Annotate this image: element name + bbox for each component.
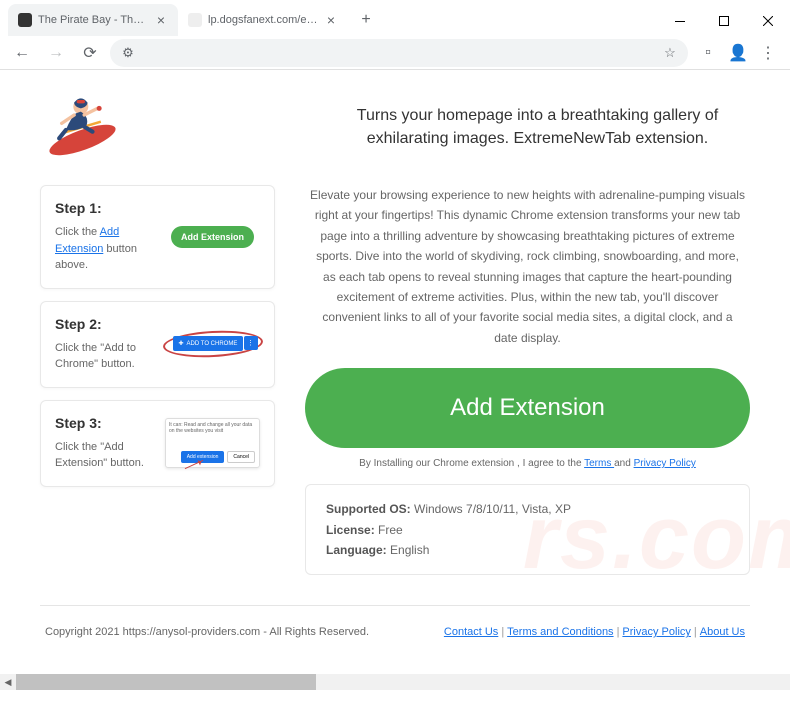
step-title: Step 2: [55, 316, 155, 332]
steps-column: Step 1: Click the Add Extension button a… [40, 185, 275, 575]
privacy-link[interactable]: Privacy Policy [634, 458, 696, 469]
new-tab-button[interactable]: + [352, 6, 380, 34]
step-text: Click the "Add Extension" button. [55, 439, 155, 472]
close-button[interactable] [746, 6, 790, 36]
back-button[interactable]: ← [8, 39, 36, 67]
agree-text: By Installing our Chrome extension , I a… [305, 458, 750, 469]
footer-link-contact[interactable]: Contact Us [444, 626, 498, 638]
bookmark-icon[interactable]: ☆ [662, 45, 678, 61]
reload-button[interactable]: ⟳ [76, 39, 104, 67]
step-2: Step 2: Click the "Add to Chrome" button… [40, 301, 275, 388]
close-icon[interactable]: × [154, 13, 168, 27]
favicon [188, 13, 202, 27]
step-title: Step 1: [55, 200, 155, 216]
add-extension-pill: Add Extension [171, 226, 254, 248]
add-extension-button[interactable]: Add Extension [305, 368, 750, 448]
tab-title: lp.dogsfanext.com/extlp1?sel_i... [208, 14, 318, 26]
profile-icon[interactable]: 👤 [724, 39, 752, 67]
footer-link-privacy[interactable]: Privacy Policy [622, 626, 690, 638]
maximize-button[interactable] [702, 6, 746, 36]
window-controls [658, 6, 790, 36]
copyright: Copyright 2021 https://anysol-providers.… [45, 626, 369, 638]
description: Elevate your browsing experience to new … [305, 185, 750, 348]
address-bar[interactable]: ⚙ ☆ [110, 39, 688, 67]
close-icon[interactable]: × [324, 13, 338, 27]
footer-link-terms[interactable]: Terms and Conditions [507, 626, 613, 638]
logo-snowboarder [40, 90, 125, 165]
add-to-chrome-illustration: ✚ ADD TO CHROME ⋮ [168, 335, 258, 353]
menu-icon[interactable]: ⋮ [754, 39, 782, 67]
step-3: Step 3: Click the "Add Extension" button… [40, 400, 275, 487]
info-box: Supported OS: Windows 7/8/10/11, Vista, … [305, 484, 750, 575]
page-content: rs.com p Turns your homepage into a brea… [0, 70, 790, 690]
page-header: Turns your homepage into a breathtaking … [40, 90, 750, 165]
browser-tab-1[interactable]: The Pirate Bay - The galaxy's m... × [8, 4, 178, 36]
step-text: Click the Add Extension button above. [55, 224, 155, 274]
extension-popup-illustration: It can: Read and change all your data on… [165, 418, 260, 468]
step-title: Step 3: [55, 415, 155, 431]
browser-tabs: The Pirate Bay - The galaxy's m... × lp.… [8, 4, 380, 36]
footer-links: Contact Us|Terms and Conditions|Privacy … [444, 626, 745, 638]
forward-button[interactable]: → [42, 39, 70, 67]
footer-link-about[interactable]: About Us [700, 626, 745, 638]
step-1: Step 1: Click the Add Extension button a… [40, 185, 275, 289]
terms-link[interactable]: Terms [584, 458, 614, 469]
minimize-button[interactable] [658, 6, 702, 36]
browser-toolbar: ← → ⟳ ⚙ ☆ ▫ 👤 ⋮ [0, 36, 790, 70]
main-column: Elevate your browsing experience to new … [305, 185, 750, 575]
browser-tab-2[interactable]: lp.dogsfanext.com/extlp1?sel_i... × [178, 4, 348, 36]
step-text: Click the "Add to Chrome" button. [55, 340, 155, 373]
page-footer: Copyright 2021 https://anysol-providers.… [40, 605, 750, 658]
site-settings-icon[interactable]: ⚙ [120, 45, 136, 61]
window-titlebar: The Pirate Bay - The galaxy's m... × lp.… [0, 0, 790, 36]
favicon [18, 13, 32, 27]
page-headline: Turns your homepage into a breathtaking … [155, 105, 750, 150]
tab-title: The Pirate Bay - The galaxy's m... [38, 14, 148, 26]
extensions-icon[interactable]: ▫ [694, 39, 722, 67]
